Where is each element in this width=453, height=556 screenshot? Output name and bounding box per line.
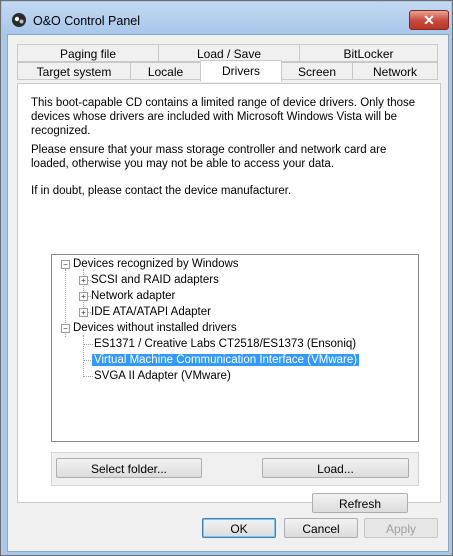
tab-bitlocker[interactable]: BitLocker bbox=[299, 44, 438, 62]
tree-node-svga[interactable]: SVGA II Adapter (VMware) bbox=[94, 368, 231, 384]
app-logo-icon bbox=[12, 13, 26, 27]
tree-node-vmci[interactable]: Virtual Machine Communication Interface … bbox=[92, 352, 360, 368]
dialog-body: Paging file Load / Save BitLocker Target… bbox=[7, 34, 449, 552]
ok-button[interactable]: OK bbox=[202, 518, 276, 538]
tab-drivers[interactable]: Drivers bbox=[200, 60, 282, 82]
select-folder-button[interactable]: Select folder... bbox=[56, 458, 202, 478]
tree-node-label: SVGA II Adapter (VMware) bbox=[94, 370, 231, 382]
device-tree[interactable]: − Devices recognized by Windows + SCSI a… bbox=[51, 254, 419, 442]
tab-locale[interactable]: Locale bbox=[130, 62, 201, 80]
tree-node-es1371[interactable]: ES1371 / Creative Labs CT2518/ES1373 (En… bbox=[94, 336, 356, 352]
intro-text: This boot-capable CD contains a limited … bbox=[31, 97, 416, 137]
title-bar[interactable]: O&O Control Panel ✕ bbox=[2, 2, 451, 34]
tree-node-label: Devices recognized by Windows bbox=[73, 258, 239, 270]
refresh-button[interactable]: Refresh bbox=[312, 493, 408, 513]
contact-text: If in doubt, please contact the device m… bbox=[31, 185, 292, 197]
tree-node-label: Network adapter bbox=[91, 290, 176, 302]
collapse-icon[interactable]: − bbox=[61, 324, 70, 333]
apply-button[interactable]: Apply bbox=[364, 518, 438, 538]
tree-node-label: SCSI and RAID adapters bbox=[91, 274, 219, 286]
expand-icon[interactable]: + bbox=[79, 292, 88, 301]
load-button[interactable]: Load... bbox=[262, 458, 409, 478]
driver-action-bar: Select folder... Load... bbox=[51, 452, 419, 486]
tab-network[interactable]: Network bbox=[352, 62, 438, 80]
tab-target-system[interactable]: Target system bbox=[17, 62, 131, 80]
drivers-panel: This boot-capable CD contains a limited … bbox=[17, 83, 441, 513]
tab-paging-file[interactable]: Paging file bbox=[17, 44, 159, 62]
window-frame: O&O Control Panel ✕ Paging file Load / S… bbox=[0, 0, 453, 556]
instruction-text: Please ensure that your mass storage con… bbox=[31, 144, 387, 170]
cancel-button[interactable]: Cancel bbox=[284, 518, 358, 538]
tree-connector bbox=[83, 376, 93, 377]
tree-connector bbox=[83, 344, 93, 345]
collapse-icon[interactable]: − bbox=[61, 260, 70, 269]
tree-connector bbox=[83, 335, 84, 377]
tree-node-label: ES1371 / Creative Labs CT2518/ES1373 (En… bbox=[94, 338, 357, 350]
close-button[interactable]: ✕ bbox=[409, 10, 449, 30]
tree-node-label: Virtual Machine Communication Interface … bbox=[92, 354, 360, 366]
expand-icon[interactable]: + bbox=[79, 276, 88, 285]
window-title: O&O Control Panel bbox=[33, 14, 140, 28]
expand-icon[interactable]: + bbox=[79, 308, 88, 317]
tree-node-label: IDE ATA/ATAPI Adapter bbox=[91, 306, 211, 318]
tab-screen[interactable]: Screen bbox=[281, 62, 353, 80]
tree-node-label: Devices without installed drivers bbox=[73, 322, 237, 334]
